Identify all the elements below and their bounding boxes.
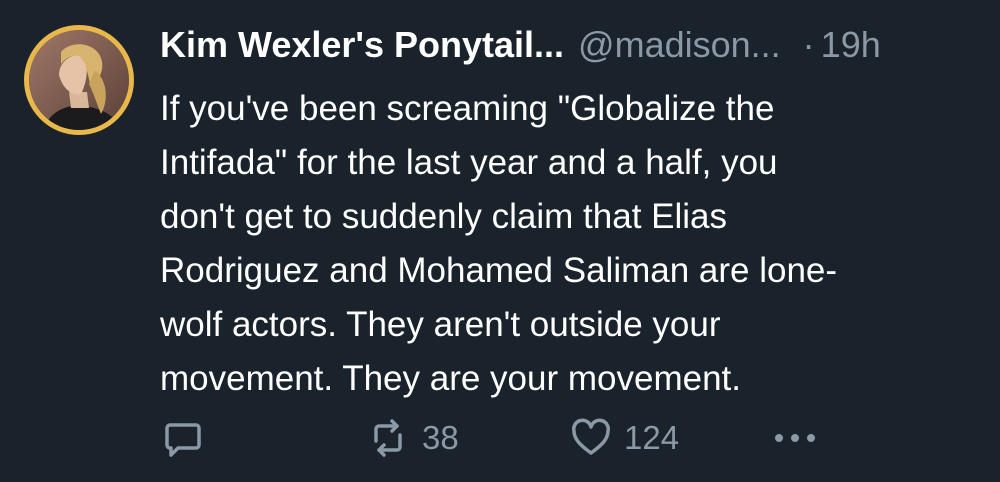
retweet-count: 38: [422, 419, 459, 456]
tweet-text-line: don't get to suddenly claim that Elias: [160, 197, 728, 236]
like-button[interactable]: 124: [570, 412, 679, 464]
separator-dot: ·: [802, 24, 815, 65]
reply-icon: [165, 423, 201, 457]
tweet-text-line: Rodriguez and Mohamed Saliman are lone-: [160, 251, 838, 290]
avatar[interactable]: [24, 25, 134, 135]
reply-button[interactable]: [162, 412, 204, 464]
retweet-button[interactable]: 38: [366, 412, 459, 464]
author-name[interactable]: Kim Wexler's Ponytail...: [160, 24, 564, 66]
tweet-timestamp[interactable]: 19h: [821, 24, 881, 66]
tweet-text-line: wolf actors. They aren't outside your: [160, 305, 721, 344]
tweet-header: Kim Wexler's Ponytail... @madison... · 1…: [160, 24, 881, 72]
more-icon: [775, 434, 815, 442]
more-button[interactable]: [772, 412, 818, 464]
tweet-text: If you've been screaming "Globalize the …: [160, 82, 980, 406]
tweet-text-line: Intifada" for the last year and a half, …: [160, 143, 778, 182]
action-bar: 38 124: [160, 412, 980, 464]
tweet-text-line: If you've been screaming "Globalize the: [160, 89, 775, 128]
heart-icon: [572, 418, 610, 455]
like-count: 124: [624, 419, 680, 456]
tweet: Kim Wexler's Ponytail... @madison... · 1…: [0, 0, 1000, 482]
author-handle[interactable]: @madison...: [578, 24, 781, 66]
retweet-icon: [374, 419, 402, 457]
tweet-text-line: movement. They are your movement.: [160, 359, 741, 398]
avatar-image: [29, 30, 129, 130]
